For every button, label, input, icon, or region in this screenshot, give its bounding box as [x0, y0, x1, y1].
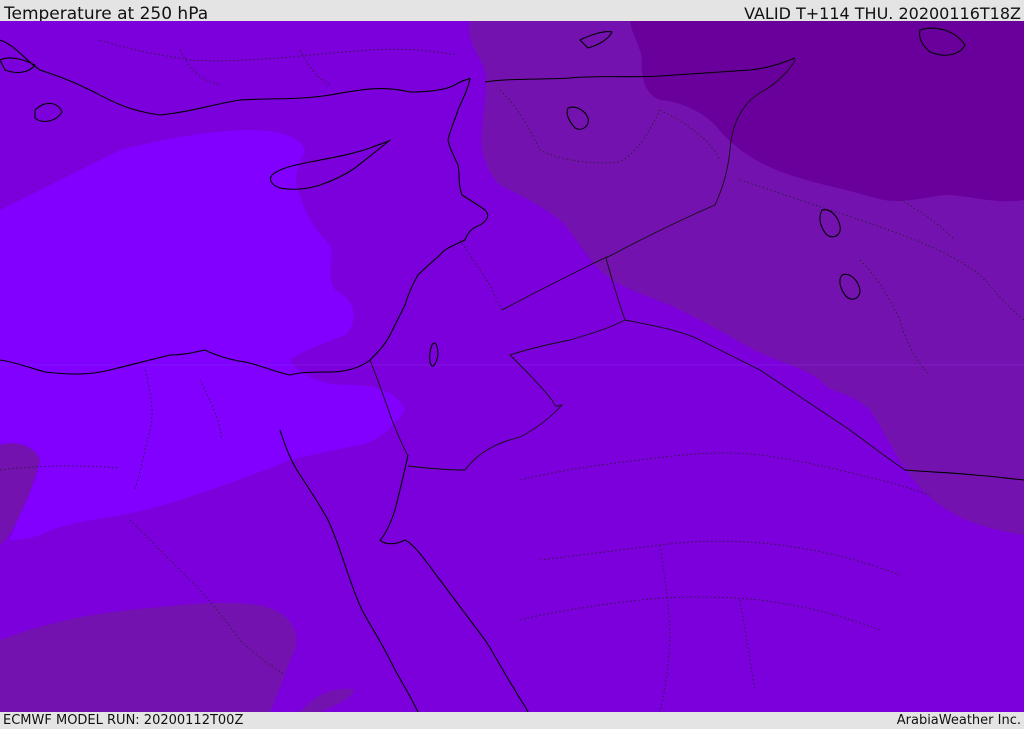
- header-bar: Temperature at 250 hPa VALID T+114 THU. …: [0, 0, 1024, 24]
- weather-map[interactable]: [0, 21, 1024, 712]
- map-canvas: [0, 21, 1024, 712]
- model-run-label: ECMWF MODEL RUN: 20200112T00Z: [3, 713, 244, 728]
- credit-label: ArabiaWeather Inc.: [896, 713, 1021, 728]
- footer-bar: ECMWF MODEL RUN: 20200112T00Z ArabiaWeat…: [0, 712, 1024, 729]
